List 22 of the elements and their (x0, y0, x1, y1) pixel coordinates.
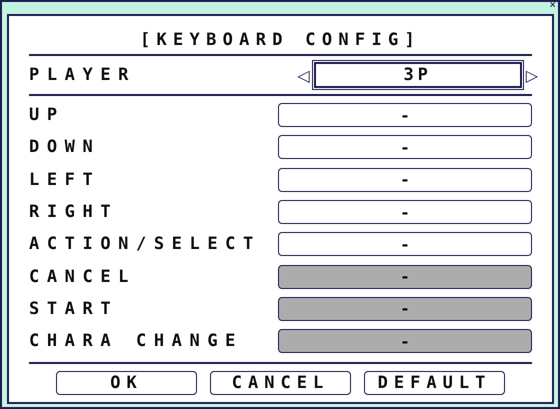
action-label: CANCEL (29, 266, 136, 287)
action-label: RIGHT (29, 202, 118, 222)
key-field[interactable]: - (278, 103, 532, 128)
action-label: LEFT (29, 170, 100, 190)
player-field[interactable]: 3P (314, 62, 522, 88)
action-label: UP (29, 105, 65, 126)
key-field[interactable]: - (278, 168, 532, 192)
dialog-button[interactable]: OK (56, 371, 197, 396)
previous-button[interactable]: ◁ (297, 66, 310, 84)
action-label: DOWN (29, 137, 100, 158)
player-label: PLAYER (29, 65, 136, 85)
close-button[interactable]: × (549, 0, 556, 11)
action-label: START (29, 298, 118, 319)
dialog-button[interactable]: DEFAULT (364, 371, 505, 396)
dialog-title: [KEYBOARD CONFIG] (138, 29, 422, 52)
key-field[interactable]: - (278, 232, 532, 256)
next-button[interactable]: ▷ (526, 66, 538, 84)
key-field[interactable]: - (278, 200, 532, 224)
dialog-button[interactable]: CANCEL (210, 371, 351, 396)
action-label: CHARA CHANGE (29, 331, 244, 352)
key-field[interactable]: - (278, 135, 532, 160)
action-label: ACTION/SELECT (29, 234, 261, 254)
